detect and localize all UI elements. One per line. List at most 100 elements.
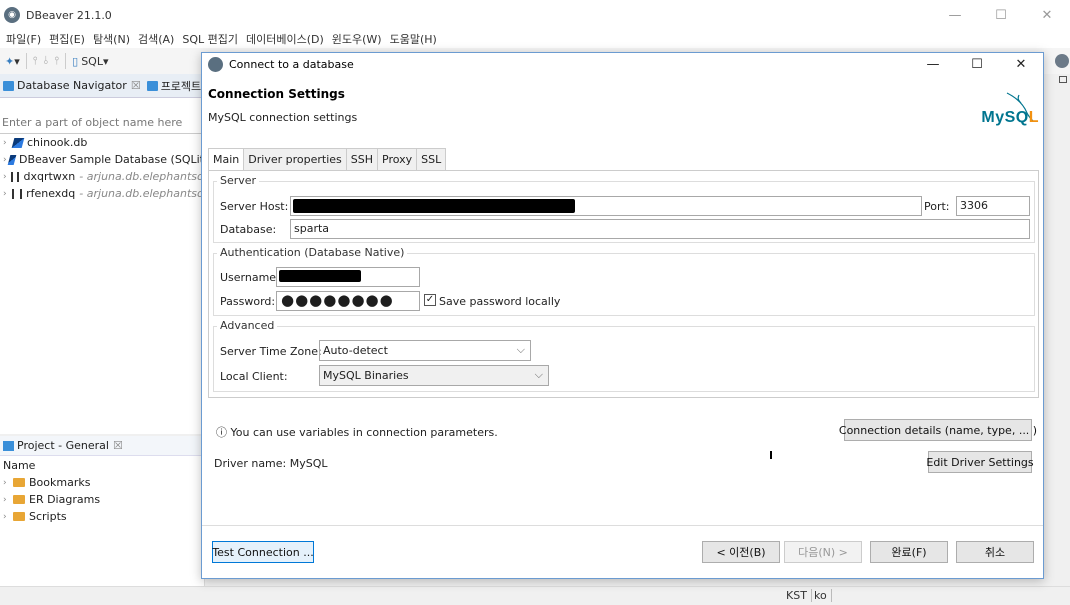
local-client-select[interactable]: MySQL Binaries ⌵ xyxy=(319,365,549,386)
status-bar: KST ko xyxy=(0,586,1070,605)
project-pane: Project - General ☒ Name D › Bookmarks ›… xyxy=(0,436,224,586)
status-language: ko xyxy=(810,589,832,602)
menu-search[interactable]: 검색(A) xyxy=(134,31,178,47)
tab-proxy[interactable]: Proxy xyxy=(377,148,418,170)
server-host-input[interactable] xyxy=(290,196,922,216)
expand-arrow-icon[interactable]: › xyxy=(3,172,11,182)
disconnect-icon[interactable]: ⫰ xyxy=(41,51,52,71)
main-tab-content: Server Server Host: Port: 3306 Database:… xyxy=(208,170,1039,398)
timezone-label: Server Time Zone: xyxy=(220,345,322,358)
connection-details-button[interactable]: Connection details (name, type, ... ) xyxy=(839,419,1037,441)
invalidate-icon[interactable]: ⫯ xyxy=(51,51,62,71)
tree-item-bookmarks[interactable]: › Bookmarks xyxy=(0,474,204,491)
dialog-close-button[interactable]: ✕ xyxy=(999,53,1043,75)
tab-main[interactable]: Main xyxy=(208,148,245,171)
expand-arrow-icon[interactable]: › xyxy=(3,512,13,522)
menu-navigate[interactable]: 탐색(N) xyxy=(89,31,134,47)
timezone-select[interactable]: Auto-detect ⌵ xyxy=(319,340,531,361)
menu-database[interactable]: 데이터베이스(D) xyxy=(242,31,328,47)
menu-help[interactable]: 도움말(H) xyxy=(386,31,441,47)
tree-item-dxqrtwxn[interactable]: › dxqrtwxn - arjuna.db.elephantsq xyxy=(0,168,204,185)
dialog-heading: Connection Settings xyxy=(208,87,345,101)
chevron-down-icon: ⌵ xyxy=(516,343,525,356)
dialog-minimize-button[interactable]: — xyxy=(911,53,955,75)
tab-ssh[interactable]: SSH xyxy=(345,148,378,170)
back-button[interactable]: < 이전(B) xyxy=(702,541,780,563)
sql-icon: ▯ xyxy=(72,54,79,68)
maximize-button[interactable]: ☐ xyxy=(978,0,1024,30)
test-connection-button[interactable]: Test Connection ... xyxy=(212,541,314,563)
menu-sql-editor[interactable]: SQL 편집기 xyxy=(178,31,242,47)
save-password-label: Save password locally xyxy=(439,295,561,308)
tab-projects[interactable]: 프로젝트 xyxy=(144,78,204,94)
sqlite-icon xyxy=(11,137,25,148)
project-column-headers: Name D xyxy=(0,456,224,474)
folder-icon xyxy=(13,495,25,504)
close-tab-icon[interactable]: ☒ xyxy=(131,79,141,92)
variables-info-text: ⓘ You can use variables in connection pa… xyxy=(216,426,498,439)
dialog-subtitle: MySQL connection settings xyxy=(208,111,358,124)
edit-driver-settings-button[interactable]: Edit Driver Settings xyxy=(926,451,1034,473)
finish-button[interactable]: 완료(F) xyxy=(870,541,948,563)
chevron-down-icon: ⌵ xyxy=(534,368,543,381)
menu-edit[interactable]: 편집(E) xyxy=(45,31,89,47)
expand-arrow-icon[interactable]: › xyxy=(3,478,13,488)
column-name[interactable]: Name xyxy=(3,459,35,472)
project-icon xyxy=(3,440,14,451)
database-label: Database: xyxy=(220,223,277,236)
server-group: Server Server Host: Port: 3306 Database:… xyxy=(213,174,1035,243)
menu-file[interactable]: 파일(F) xyxy=(2,31,45,47)
new-connection-icon[interactable]: ✦ ▾ xyxy=(2,51,23,71)
password-input[interactable]: ●●●●●●●● xyxy=(276,291,420,311)
connect-icon[interactable]: ⫯ xyxy=(30,51,41,71)
cancel-button[interactable]: 취소 xyxy=(956,541,1034,563)
tree-item-sample-db[interactable]: › DBeaver Sample Database (SQLit xyxy=(0,151,204,168)
sqlite-icon xyxy=(7,154,17,165)
sql-editor-button[interactable]: ▯ SQL ▾ xyxy=(69,51,111,71)
tab-driver-properties[interactable]: Driver properties xyxy=(243,148,347,170)
dialog-titlebar: Connect to a database — ☐ ✕ xyxy=(202,53,1043,75)
tab-project-general[interactable]: Project - General ☒ xyxy=(0,436,204,456)
close-tab-icon[interactable]: ☒ xyxy=(113,439,123,452)
redaction-mark xyxy=(293,199,575,213)
projects-icon xyxy=(146,80,158,91)
app-titlebar: ◉ DBeaver 21.1.0 — ☐ ✕ xyxy=(0,0,1070,30)
dialog-window-controls: — ☐ ✕ xyxy=(911,53,1043,75)
menubar: 파일(F) 편집(E) 탐색(N) 검색(A) SQL 편집기 데이터베이스(D… xyxy=(0,30,1070,48)
tree-item-chinook[interactable]: › chinook.db xyxy=(0,134,204,151)
auth-group: Authentication (Database Native) Usernam… xyxy=(213,246,1035,316)
redaction-mark xyxy=(279,270,361,282)
folder-icon xyxy=(13,512,25,521)
database-input[interactable]: sparta xyxy=(290,219,1030,239)
port-label: Port: xyxy=(924,200,950,213)
tab-ssl[interactable]: SSL xyxy=(416,148,447,170)
dialog-maximize-button[interactable]: ☐ xyxy=(955,53,999,75)
username-input[interactable] xyxy=(276,267,420,287)
auth-group-label: Authentication (Database Native) xyxy=(217,246,408,259)
driver-name-text: Driver name: MySQL xyxy=(214,457,328,470)
next-button[interactable]: 다음(N) > xyxy=(784,541,862,563)
port-input[interactable]: 3306 xyxy=(956,196,1030,216)
advanced-group: Advanced Server Time Zone: Auto-detect ⌵… xyxy=(213,319,1035,392)
maximize-view-icon[interactable] xyxy=(1059,76,1067,83)
perspective-icon[interactable] xyxy=(1055,54,1069,68)
connection-tabs: Main Driver properties SSH Proxy SSL xyxy=(208,148,447,171)
tree-item-scripts[interactable]: › Scripts xyxy=(0,508,204,525)
window-controls: — ☐ ✕ xyxy=(932,0,1070,30)
toolbar-separator xyxy=(25,53,27,69)
navigator-filter-input[interactable]: Enter a part of object name here xyxy=(0,114,204,134)
mysql-logo-text: MySQL xyxy=(981,109,1039,126)
password-label: Password: xyxy=(220,295,276,308)
local-client-label: Local Client: xyxy=(220,370,288,383)
expand-arrow-icon[interactable]: › xyxy=(3,495,13,505)
expand-arrow-icon[interactable]: › xyxy=(3,189,12,199)
close-button[interactable]: ✕ xyxy=(1024,0,1070,30)
tree-item-er-diagrams[interactable]: › ER Diagrams xyxy=(0,491,204,508)
dbeaver-logo-icon: ◉ xyxy=(4,7,20,23)
navigator-tabs: Database Navigator ☒ 프로젝트 xyxy=(0,74,204,98)
minimize-button[interactable]: — xyxy=(932,0,978,30)
menu-window[interactable]: 윈도우(W) xyxy=(328,31,386,47)
tree-item-rfenexdq[interactable]: › rfenexdq - arjuna.db.elephantsq xyxy=(0,185,204,202)
tab-database-navigator[interactable]: Database Navigator ☒ xyxy=(0,79,144,92)
save-password-checkbox[interactable]: ✓ xyxy=(424,294,436,306)
